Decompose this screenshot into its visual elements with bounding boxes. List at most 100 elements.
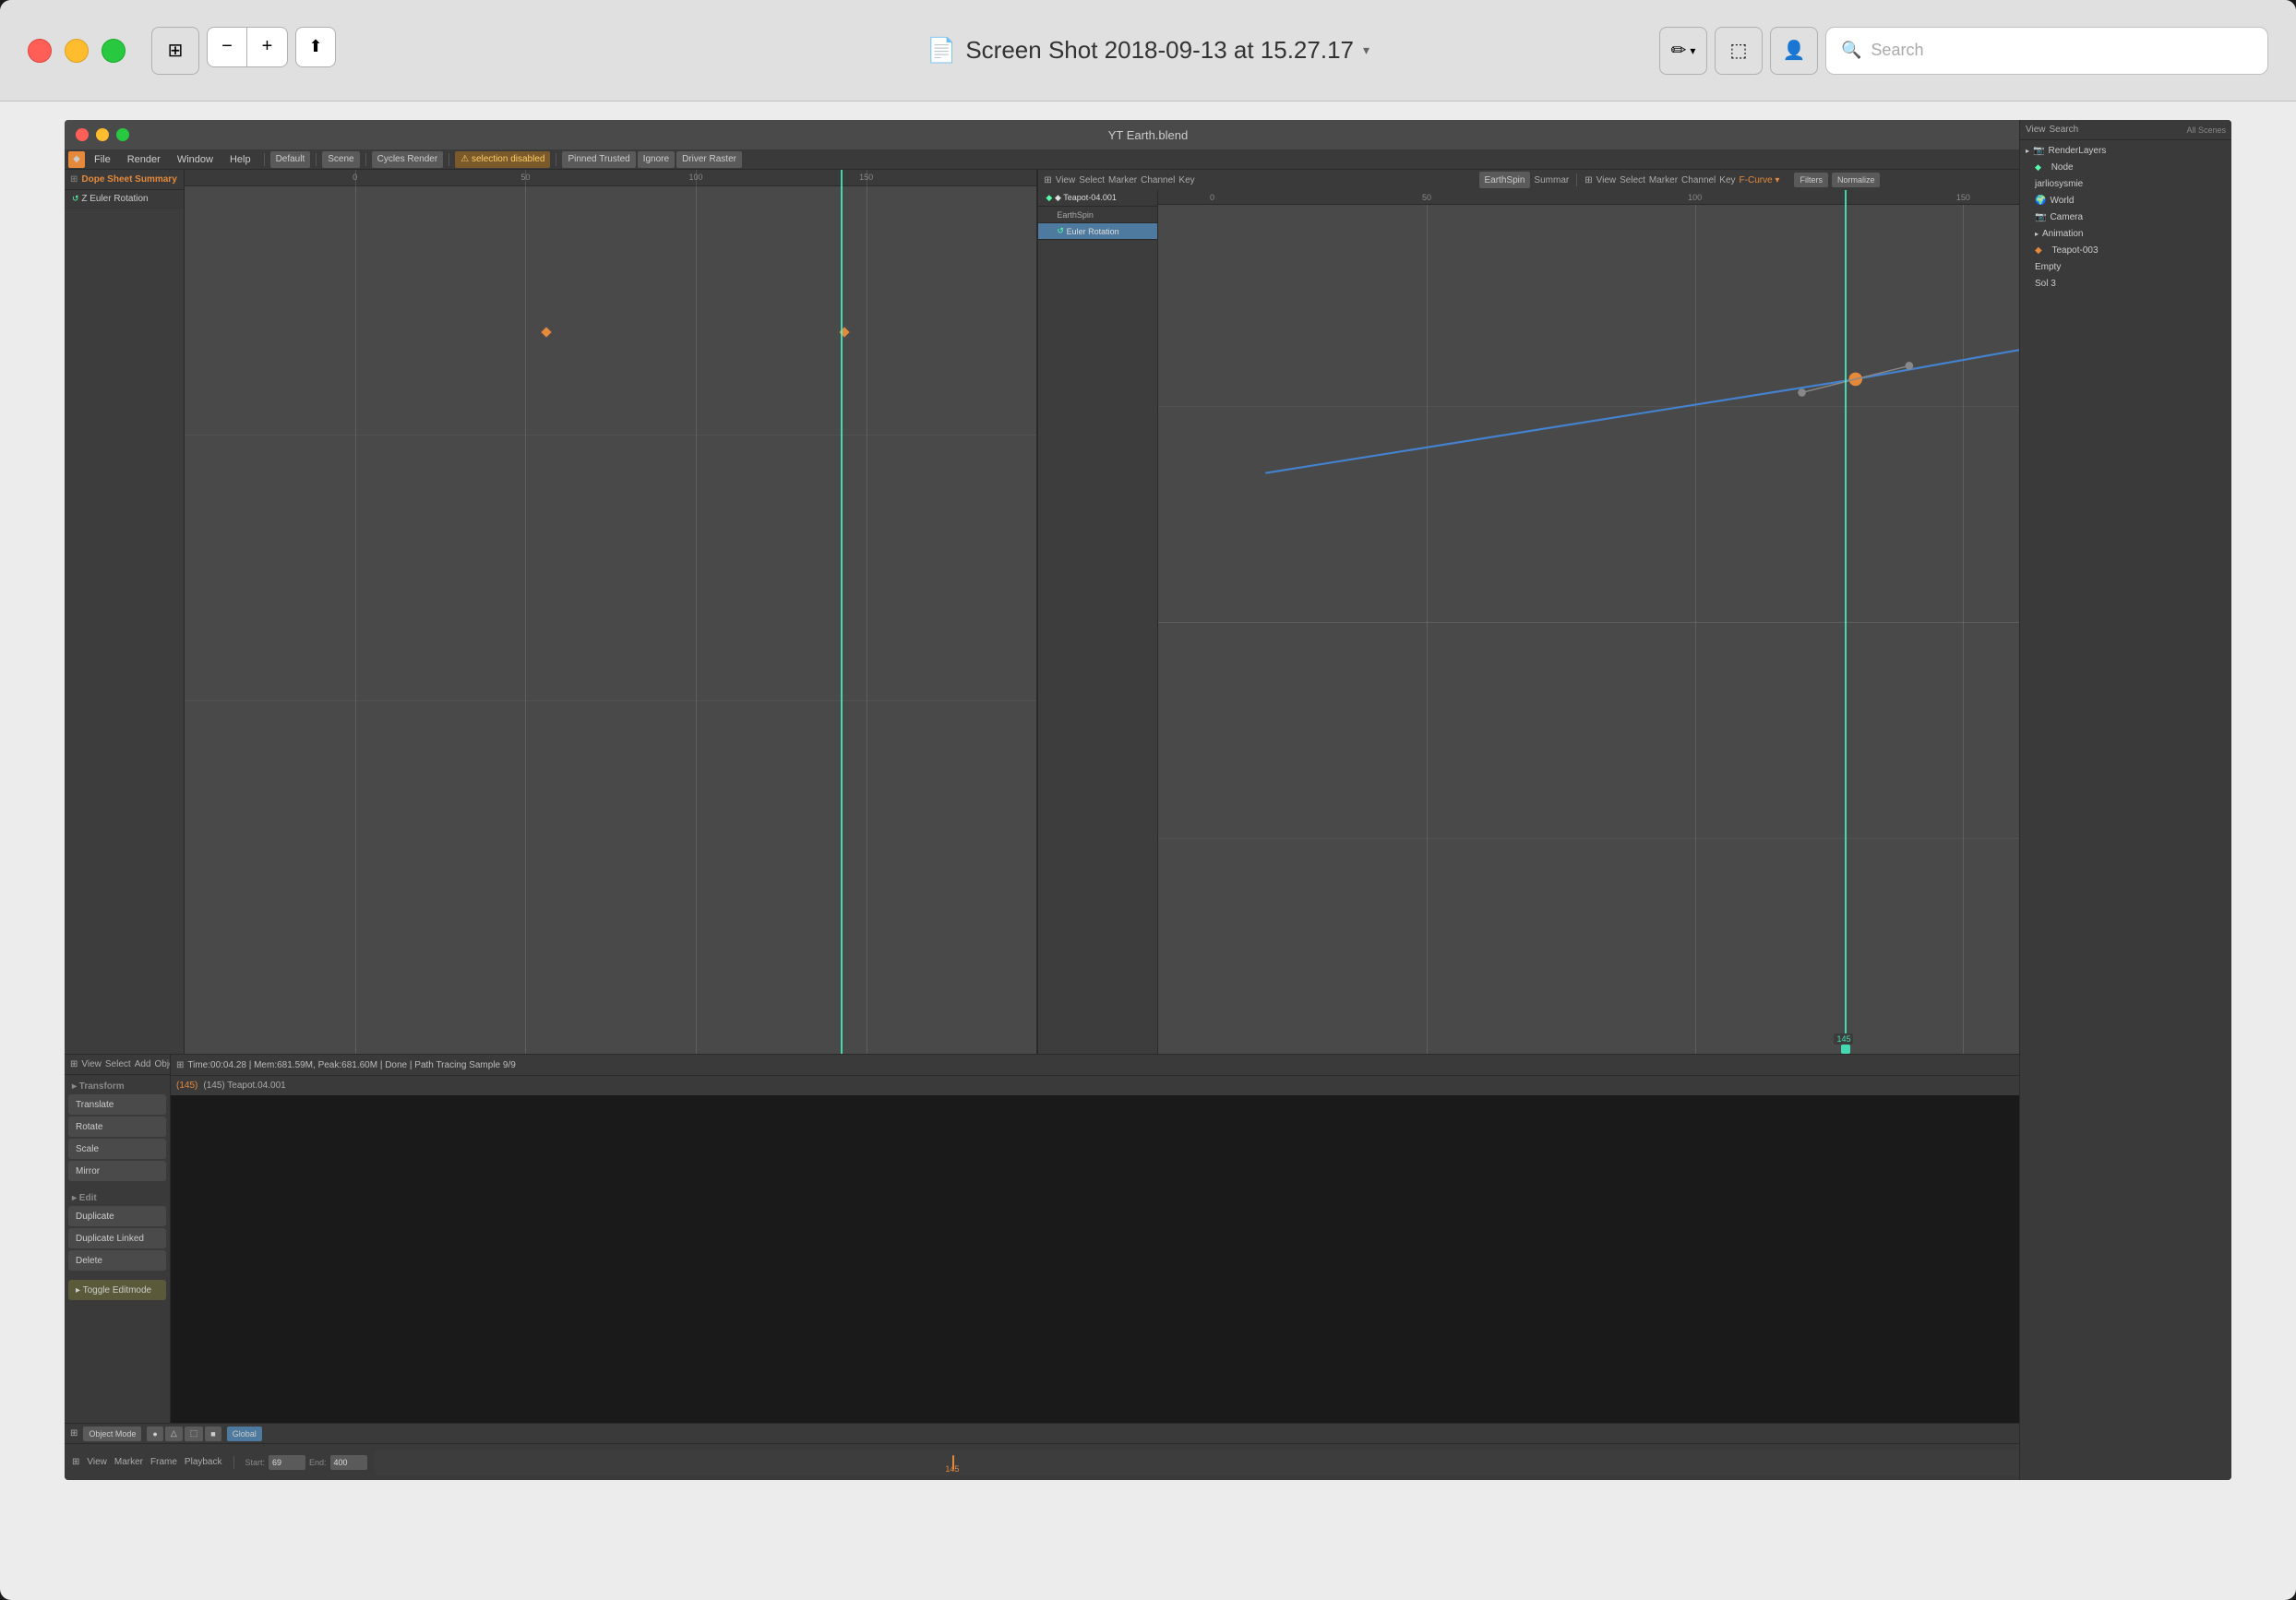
tl-frame-lbl[interactable]: Frame — [150, 1457, 177, 1467]
render-engine[interactable]: Cycles Render — [372, 151, 444, 168]
vt-view[interactable]: View — [81, 1059, 102, 1069]
toggle-editmode-btn[interactable]: ▸ Toggle Editmode — [68, 1280, 166, 1300]
end-lbl: End: — [309, 1458, 327, 1467]
fc-fcurve-lbl[interactable]: F-Curve ▾ — [1740, 175, 1780, 185]
fc-summary[interactable]: Summar — [1534, 175, 1569, 185]
translate-btn[interactable]: Translate — [68, 1094, 166, 1115]
menu-render[interactable]: Render — [120, 152, 168, 167]
close-button[interactable] — [28, 39, 52, 63]
fc-key2[interactable]: Key — [1719, 175, 1735, 185]
point-icon[interactable]: ● — [147, 1427, 162, 1441]
person-button[interactable]: 👤 — [1770, 27, 1818, 75]
zoom-out-button[interactable]: − — [207, 27, 247, 67]
zoom-in-button[interactable]: + — [247, 27, 288, 67]
search-bar[interactable]: 🔍 Search — [1825, 27, 2268, 75]
blender-main-area: ⊞ Dope Sheet Summary ↺ Z Euler Rotation — [65, 170, 2231, 1480]
fc-select[interactable]: Select — [1079, 175, 1105, 185]
vt-add[interactable]: Add — [135, 1059, 151, 1069]
mirror-btn[interactable]: Mirror — [68, 1161, 166, 1181]
share-button[interactable]: ⬆ — [295, 27, 336, 67]
selection-disabled[interactable]: ⚠ selection disabled — [455, 151, 550, 168]
tc-icon: 📷 — [2035, 212, 2046, 222]
line-icon[interactable]: ⬚ — [185, 1427, 204, 1441]
pen-button[interactable]: ✏ ▾ — [1659, 27, 1707, 75]
sidebar-toggle-button[interactable]: ⊞ — [151, 27, 199, 75]
stamp-button[interactable]: ⬚ — [1715, 27, 1763, 75]
tree-sol3[interactable]: Sol 3 — [2022, 275, 2230, 292]
fc-channel-earthspin[interactable]: EarthSpin — [1038, 207, 1157, 223]
tn-label: Node — [2051, 170, 2074, 173]
menu-sep-3 — [365, 153, 366, 166]
tl-view[interactable]: View — [87, 1457, 107, 1467]
minimize-button[interactable] — [65, 39, 89, 63]
vt-object[interactable]: Object — [154, 1059, 171, 1069]
bl-close[interactable] — [76, 128, 89, 141]
fc-channel[interactable]: Channel — [1141, 175, 1175, 185]
tt-label: Teapot-003 — [2051, 245, 2098, 256]
rotate-btn[interactable]: Rotate — [68, 1116, 166, 1137]
normalize-btn[interactable]: Normalize — [1832, 173, 1881, 187]
duplicate-linked-btn[interactable]: Duplicate Linked — [68, 1228, 166, 1248]
duplicate-btn[interactable]: Duplicate — [68, 1206, 166, 1226]
blender-menubar: ◆ File Render Window Help Default Scene … — [65, 149, 2231, 170]
vt-select[interactable]: Select — [105, 1059, 131, 1069]
mac-window: ⊞ − + ⬆ 📄 Screen Shot 2018-09-13 at 15.2… — [0, 0, 2296, 1600]
tl-playback[interactable]: Playback — [185, 1457, 222, 1467]
fc-view[interactable]: View — [1056, 175, 1076, 185]
tree-world[interactable]: 🌍 World — [2022, 192, 2230, 209]
tree-animation[interactable]: ▸ Animation — [2022, 225, 2230, 242]
fc-marker[interactable]: Marker — [1108, 175, 1137, 185]
fc-channel-teapot[interactable]: ◆ ◆ Teapot-04.001 — [1038, 190, 1157, 207]
menu-help[interactable]: Help — [222, 152, 258, 167]
bl-minimize[interactable] — [96, 128, 109, 141]
fc-key[interactable]: Key — [1178, 175, 1194, 185]
menu-window[interactable]: Window — [170, 152, 221, 167]
scene-selector[interactable]: Scene — [322, 151, 359, 168]
delete-btn[interactable]: Delete — [68, 1250, 166, 1271]
viewport-3d: ⊞ Time:00:04.28 | Mem:681.59M, Peak:681.… — [171, 1055, 2019, 1423]
transform-section: ▸ Transform Translate Rotate Scale Mirro… — [65, 1075, 170, 1187]
bl-maximize[interactable] — [116, 128, 129, 141]
layout-default[interactable]: Default — [270, 151, 311, 168]
object-mode-btn[interactable]: Object Mode — [83, 1427, 141, 1441]
status-info: Time:00:04.28 | Mem:681.59M, Peak:681.60… — [187, 1060, 515, 1070]
solid-icon[interactable]: ■ — [205, 1427, 221, 1441]
timeline-ruler-strip: 145 — [375, 1450, 2026, 1475]
pinned-trusted[interactable]: Pinned Trusted — [562, 151, 635, 168]
channel-euler[interactable]: ↺ Z Euler Rotation — [65, 190, 184, 209]
tree-camera[interactable]: 📷 Camera — [2022, 209, 2230, 225]
menu-file[interactable]: File — [87, 152, 118, 167]
fc-marker2[interactable]: Marker — [1649, 175, 1678, 185]
ignore-btn[interactable]: Ignore — [638, 151, 675, 168]
mesh-icon[interactable]: △ — [165, 1427, 183, 1441]
viewport-statusbar: (145) (145) Teapot.04.001 — [171, 1075, 2019, 1095]
pen-dropdown[interactable]: ▾ — [1690, 44, 1695, 57]
tree-teapot[interactable]: ◆ Teapot-003 — [2022, 242, 2230, 258]
fc-action[interactable]: EarthSpin — [1479, 172, 1531, 188]
end-field[interactable]: 400 — [330, 1455, 367, 1470]
tree-jarlios[interactable]: jarliosysmie — [2022, 175, 2230, 192]
fc-select2[interactable]: Select — [1620, 175, 1645, 185]
tl-marker[interactable]: Marker — [114, 1457, 143, 1467]
cursor-frame-label: 145 — [1834, 1033, 1853, 1045]
fc-view2[interactable]: View — [1596, 175, 1617, 185]
title-dropdown-icon[interactable]: ▾ — [1363, 42, 1369, 58]
fc-channel2[interactable]: Channel — [1681, 175, 1716, 185]
filters-btn[interactable]: Filters — [1794, 173, 1828, 187]
bl-content: ⊞ Dope Sheet Summary ↺ Z Euler Rotation — [65, 170, 2231, 1480]
right-actions: ✏ ▾ ⬚ 👤 🔍 Search — [1659, 27, 2268, 75]
start-field[interactable]: 69 — [269, 1455, 305, 1470]
dope-grid — [185, 170, 1036, 1054]
vt-icon: ⊞ — [70, 1059, 78, 1069]
fc-earthspin-label: EarthSpin — [1057, 210, 1094, 220]
fc-channel-euler[interactable]: ↺ Euler Rotation — [1038, 223, 1157, 240]
tree-empty[interactable]: Empty — [2022, 258, 2230, 275]
fc-icon: ⊞ — [1044, 175, 1051, 185]
maximize-button[interactable] — [102, 39, 126, 63]
ta-label: Animation — [2042, 229, 2083, 239]
start-lbl: Start: — [245, 1458, 266, 1467]
scale-btn[interactable]: Scale — [68, 1139, 166, 1159]
global-btn[interactable]: Global — [227, 1427, 262, 1441]
driver-raster[interactable]: Driver Raster — [676, 151, 742, 168]
fcurve-channels: ◆ ◆ Teapot-04.001 EarthSpin ↺ Euler Rota… — [1038, 190, 1158, 1054]
